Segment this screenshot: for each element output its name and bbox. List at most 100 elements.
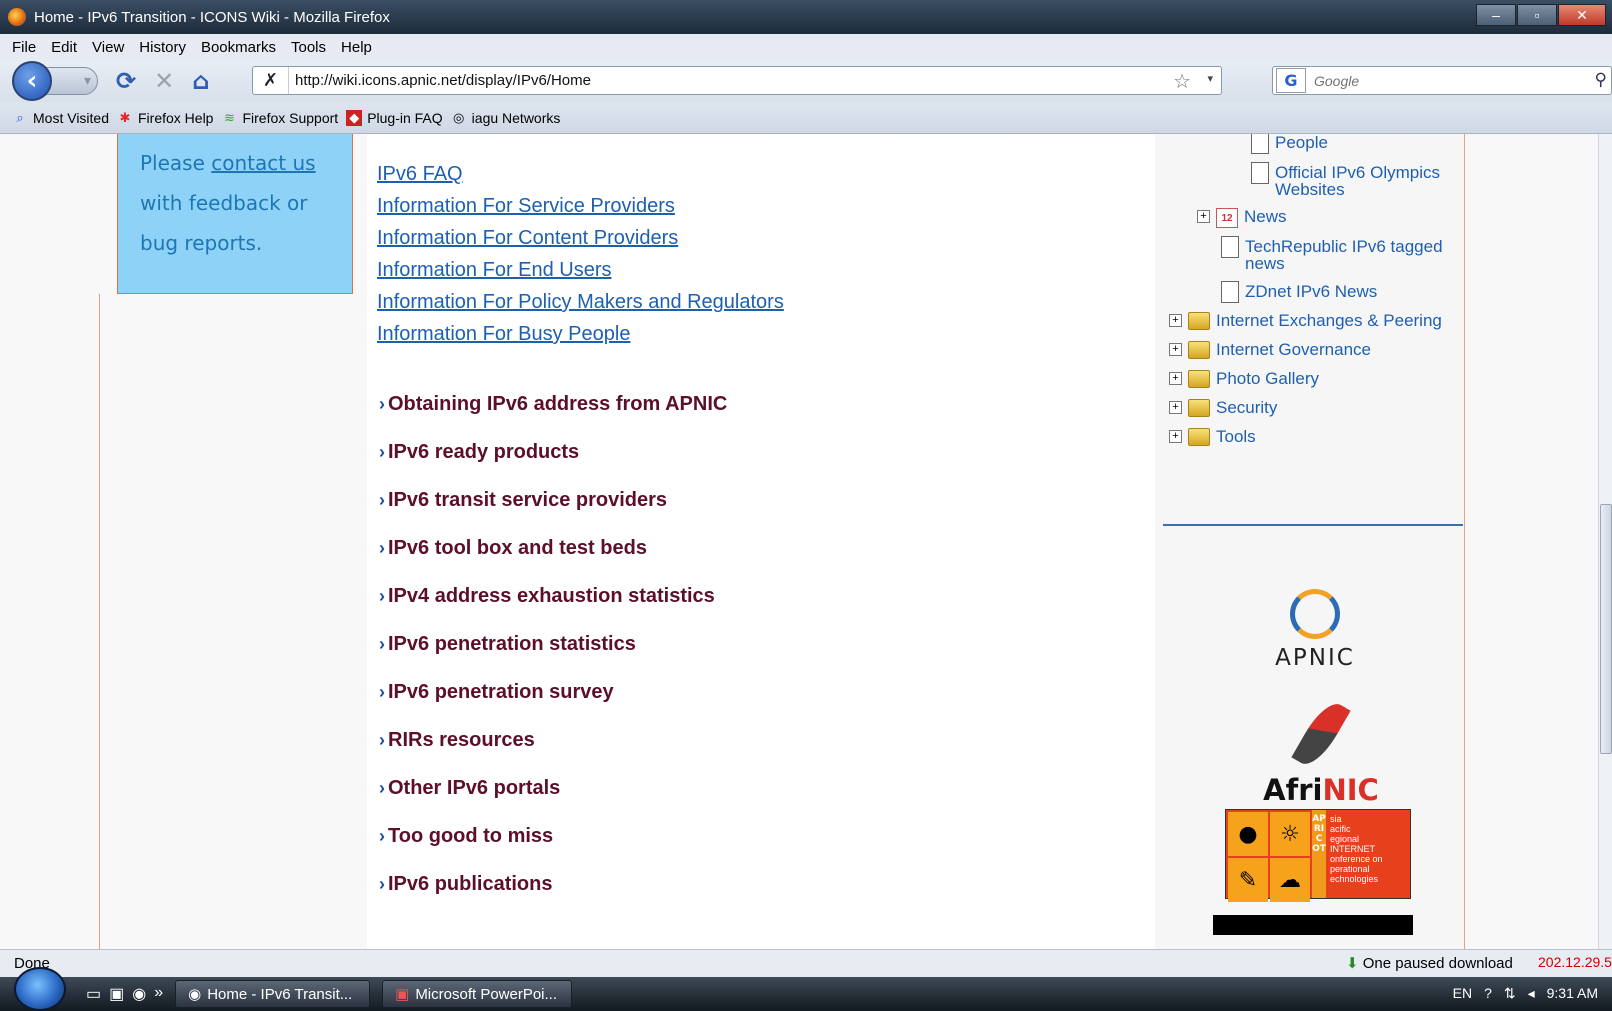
section-ipv4-exhaustion[interactable]: › IPv4 address exhaustion statistics [379,584,727,632]
scrollbar-thumb[interactable] [1600,504,1612,754]
tree-folder-photo-gallery[interactable]: + Photo Gallery [1169,370,1319,388]
bookmark-most-visited[interactable]: ⌕ Most Visited [12,110,109,126]
tree-folder-exchanges[interactable]: + Internet Exchanges & Peering [1169,312,1442,330]
chevron-right-icon: › [379,826,385,846]
tree-folder-governance[interactable]: + Internet Governance [1169,341,1371,359]
expand-icon[interactable]: + [1169,401,1182,414]
google-engine-icon[interactable]: G [1276,68,1306,93]
ip-address: 202.12.29.5 [1538,954,1612,970]
expand-icon[interactable]: + [1169,314,1182,327]
section-penetration-survey[interactable]: › IPv6 penetration survey [379,680,727,728]
afrinic-logo[interactable]: AfriNIC [1251,696,1391,807]
page-content: Please contact us with feedback or bug r… [0,134,1598,949]
volume-icon[interactable]: ◂ [1528,985,1535,1002]
bookmark-iagu-networks[interactable]: ◎ iagu Networks [451,110,560,126]
tree-item-zdnet[interactable]: ZDnet IPv6 News [1221,281,1377,303]
section-tool-box[interactable]: › IPv6 tool box and test beds [379,536,727,584]
link-content-providers[interactable]: Information For Content Providers [377,222,784,254]
window-title-bar: Home - IPv6 Transition - ICONS Wiki - Mo… [0,0,1612,34]
link-policy-makers[interactable]: Information For Policy Makers and Regula… [377,286,784,318]
expand-icon[interactable]: + [1169,343,1182,356]
contact-us-link[interactable]: contact us [211,151,315,175]
right-sidebar: People Official IPv6 Olympics Websites +1… [1155,134,1465,949]
expand-icon[interactable]: + [1169,372,1182,385]
tree-item-techrepublic[interactable]: TechRepublic IPv6 tagged news [1221,236,1443,272]
menu-view[interactable]: View [92,39,124,56]
menu-help[interactable]: Help [341,39,372,56]
search-bar[interactable]: G ⚲ [1272,66,1612,95]
menu-history[interactable]: History [139,39,186,56]
folder-icon [1188,428,1210,446]
chevron-right-icon: › [379,586,385,606]
menu-bookmarks[interactable]: Bookmarks [201,39,276,56]
reload-icon[interactable]: ⟳ [116,67,136,95]
quick-launch: ▭ ▣ ◉ » [86,984,163,1004]
url-bar[interactable]: ✗ http://wiki.icons.apnic.net/display/IP… [252,66,1222,95]
black-banner [1213,915,1413,935]
back-button[interactable]: ‹ [12,61,52,101]
tree-folder-security[interactable]: + Security [1169,399,1277,417]
apnic-swirl-icon [1290,589,1340,639]
section-other-portals[interactable]: › Other IPv6 portals [379,776,727,824]
tool-icon: ✎ [1228,858,1268,902]
chevron-right-icon: › [379,442,385,462]
bookmark-star-icon[interactable]: ☆ [1173,69,1191,93]
expand-icon[interactable]: + [1169,430,1182,443]
language-indicator[interactable]: EN [1453,985,1472,1002]
bookmark-plugin-faq[interactable]: ◆ Plug-in FAQ [346,109,443,126]
download-icon: ⬇ [1346,955,1359,972]
section-penetration-statistics[interactable]: › IPv6 penetration statistics [379,632,727,680]
link-service-providers[interactable]: Information For Service Providers [377,190,784,222]
task-firefox[interactable]: ◉ Home - IPv6 Transit... [175,980,371,1008]
cloud-icon: ☁ [1270,858,1310,902]
section-rirs-resources[interactable]: › RIRs resources [379,728,727,776]
link-end-users[interactable]: Information For End Users [377,254,784,286]
bookmark-firefox-help[interactable]: ✱ Firefox Help [117,110,214,126]
tree-item-people[interactable]: People [1251,134,1328,154]
section-too-good[interactable]: › Too good to miss [379,824,727,872]
paused-download[interactable]: ⬇ One paused download [1346,954,1513,972]
tree-item-olympics[interactable]: Official IPv6 Olympics Websites [1251,162,1440,198]
vertical-scrollbar[interactable] [1598,134,1612,949]
tree-item-news[interactable]: +12 News [1197,208,1287,228]
firefox-launch-icon[interactable]: ◉ [132,984,146,1004]
section-publications[interactable]: › IPv6 publications [379,872,727,920]
section-ready-products[interactable]: › IPv6 ready products [379,440,727,488]
switch-windows-icon[interactable]: ▣ [109,984,124,1004]
apricot-logo[interactable]: ● ☼ ✎ ☁ APRICOT sia acific egional INTER… [1225,809,1411,902]
show-desktop-icon[interactable]: ▭ [86,984,101,1004]
network-icon[interactable]: ⇅ [1504,985,1516,1002]
site-favicon-icon[interactable]: ✗ [253,67,289,94]
menu-edit[interactable]: Edit [51,39,77,56]
start-button[interactable] [14,967,66,1011]
home-icon[interactable]: ⌂ [192,67,209,95]
maximize-button[interactable]: ▫ [1517,4,1557,26]
bookmark-firefox-support[interactable]: ≋ Firefox Support [221,110,338,126]
menu-file[interactable]: File [12,39,36,56]
clock[interactable]: 9:31 AM [1547,985,1598,1002]
apnic-logo[interactable]: APNIC [1255,589,1375,671]
plugin-faq-icon: ◆ [346,109,363,126]
menu-tools[interactable]: Tools [291,39,326,56]
dropdown-arrow-icon[interactable]: ▾ [84,73,91,89]
search-input[interactable] [1314,72,1574,89]
task-powerpoint[interactable]: ▣ Microsoft PowerPoi... [382,980,573,1008]
help-icon[interactable]: ? [1484,985,1492,1002]
link-busy-people[interactable]: Information For Busy People [377,318,784,350]
link-ipv6-faq[interactable]: IPv6 FAQ [377,158,784,190]
minimize-button[interactable]: – [1476,4,1516,26]
section-list: › Obtaining IPv6 address from APNIC › IPv6… [379,392,727,920]
window-title: Home - IPv6 Transition - ICONS Wiki - Mo… [34,8,390,26]
url-text[interactable]: http://wiki.icons.apnic.net/display/IPv6… [289,72,591,89]
section-transit-providers[interactable]: › IPv6 transit service providers [379,488,727,536]
more-chevron-icon[interactable]: » [154,984,163,1004]
search-icon[interactable]: ⚲ [1595,70,1607,90]
apricot-letters: APRICOT [1312,810,1326,898]
stop-icon[interactable]: ✕ [154,67,174,95]
tree-folder-tools[interactable]: + Tools [1169,428,1256,446]
quick-links: IPv6 FAQ Information For Service Provide… [377,158,784,350]
section-obtaining-address[interactable]: › Obtaining IPv6 address from APNIC [379,392,727,440]
expand-icon[interactable]: + [1197,210,1210,223]
close-button[interactable]: ✕ [1558,4,1606,26]
url-history-dropdown-icon[interactable]: ▾ [1207,72,1213,85]
